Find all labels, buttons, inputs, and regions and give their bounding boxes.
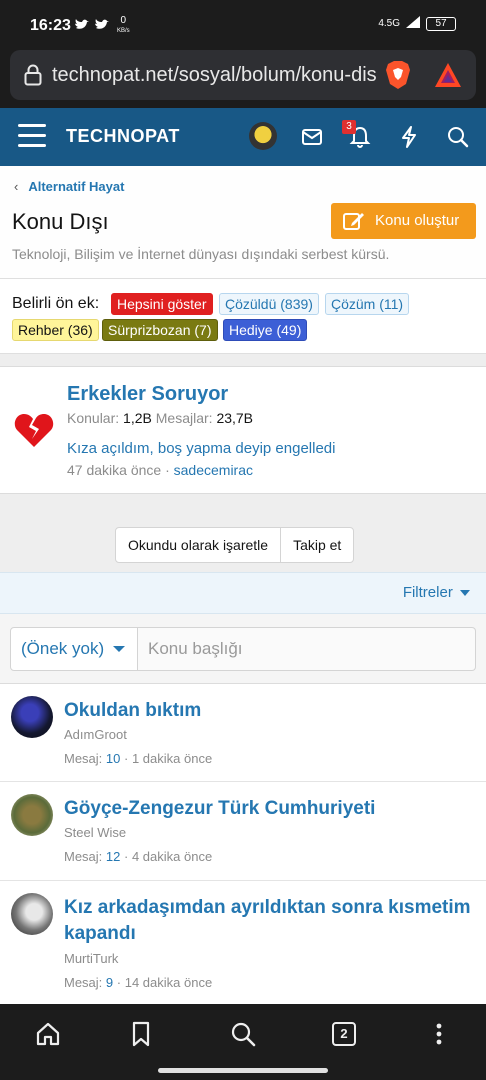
battery-indicator: 57 — [426, 16, 456, 31]
chevron-left-icon: ‹ — [14, 179, 19, 194]
bookmark-icon[interactable] — [127, 1020, 155, 1048]
edit-icon — [343, 213, 364, 230]
create-thread-label: Konu oluştur — [375, 212, 460, 229]
status-bar: 16:23 0 KB/s 4.5G 57 — [0, 0, 486, 46]
page-header: ‹ Alternatif Hayat Konu Dışı Konu oluştur… — [0, 166, 486, 278]
thread-meta: Mesaj: 12 · 4 dakika önce — [64, 849, 213, 864]
latest-user-link[interactable]: sadecemirac — [174, 462, 253, 478]
subforum-stats: Konular: 1,2B Mesajlar: 23,7B — [67, 410, 254, 426]
caret-down-icon — [113, 646, 125, 652]
signal-icon — [406, 16, 420, 31]
breadcrumb-link[interactable]: Alternatif Hayat — [28, 179, 124, 194]
subforum-title[interactable]: Erkekler Soruyor — [67, 383, 228, 406]
thread-meta: Mesaj: 9 · 14 dakika önce — [64, 975, 213, 990]
prefix-solution[interactable]: Çözüm (11) — [325, 293, 410, 315]
caret-down-icon — [460, 590, 470, 597]
tabs-button[interactable]: 2 — [332, 1022, 356, 1046]
twitter-icon — [74, 18, 114, 35]
user-avatar[interactable] — [249, 122, 277, 150]
prefix-solved[interactable]: Çözüldü (839) — [219, 293, 319, 315]
notification-badge: 3 — [342, 120, 356, 134]
prefix-filter: Belirli ön ek: Hepsini göster Çözüldü (8… — [0, 278, 486, 354]
browser-bottom-nav: 2 — [0, 1004, 486, 1080]
menu-icon[interactable] — [18, 124, 46, 148]
browser-toolbar: technopat.net/sosyal/bolum/konu-dis — [0, 46, 486, 108]
status-time: 16:23 — [30, 17, 71, 34]
action-bar: Okundu olarak işaretle Takip et — [0, 494, 486, 572]
thread-title[interactable]: Göyçe-Zengezur Türk Cumhuriyeti — [64, 796, 474, 822]
thread-item[interactable]: Kız arkadaşımdan ayrıldıktan sonra kısme… — [0, 881, 486, 1004]
thread-item[interactable]: Okuldan bıktım AdımGroot Mesaj: 10 · 1 d… — [0, 684, 486, 782]
prefix-label: Belirli ön ek: — [12, 295, 100, 312]
avatar[interactable] — [11, 794, 53, 836]
latest-thread-meta: 47 dakika önce · sadecemirac — [67, 462, 254, 478]
status-right: 4.5G 57 — [378, 16, 456, 31]
breadcrumb[interactable]: ‹ Alternatif Hayat — [14, 179, 124, 194]
prefix-gift[interactable]: Hediye (49) — [223, 319, 308, 341]
create-thread-button[interactable]: Konu oluştur — [331, 203, 476, 239]
address-bar[interactable]: technopat.net/sosyal/bolum/konu-dis — [10, 50, 476, 100]
thread-author[interactable]: AdımGroot — [64, 727, 127, 742]
thread-meta: Mesaj: 10 · 1 dakika önce — [64, 751, 213, 766]
site-logo[interactable]: TECHNOPAT — [66, 126, 180, 147]
lock-icon — [24, 64, 42, 86]
quick-thread-row: (Önek yok) — [0, 614, 486, 684]
page-description: Teknoloji, Bilişim ve İnternet dünyası d… — [12, 246, 390, 262]
follow-button[interactable]: Takip et — [280, 528, 353, 562]
bolt-icon[interactable] — [396, 124, 422, 150]
search-icon[interactable] — [229, 1020, 257, 1048]
filter-bar: Filtreler — [0, 572, 486, 614]
thread-title[interactable]: Kız arkadaşımdan ayrıldıktan sonra kısme… — [64, 895, 474, 947]
thread-title[interactable]: Okuldan bıktım — [64, 698, 474, 724]
avatar[interactable] — [11, 696, 53, 738]
avatar[interactable] — [11, 893, 53, 935]
url-text: technopat.net/sosyal/bolum/konu-dis — [52, 64, 377, 86]
prefix-select[interactable]: (Önek yok) — [10, 627, 138, 671]
thread-author[interactable]: MurtiTurk — [64, 951, 118, 966]
thread-item[interactable]: Göyçe-Zengezur Türk Cumhuriyeti Steel Wi… — [0, 782, 486, 881]
gesture-bar — [158, 1068, 328, 1073]
home-icon[interactable] — [34, 1020, 62, 1048]
data-speed: 0 KB/s — [117, 15, 130, 35]
subforum-card: Erkekler Soruyor Konular: 1,2B Mesajlar:… — [0, 366, 486, 494]
filters-dropdown[interactable]: Filtreler — [403, 584, 470, 601]
brave-rewards-icon[interactable] — [434, 62, 462, 88]
latest-thread-link[interactable]: Kıza açıldım, boş yapma deyip engelledi — [67, 440, 335, 457]
divider — [0, 354, 486, 366]
thread-author[interactable]: Steel Wise — [64, 825, 126, 840]
thread-title-input[interactable] — [138, 627, 476, 671]
mail-icon[interactable] — [299, 124, 325, 150]
page-title: Konu Dışı — [12, 209, 109, 234]
network-indicator: 4.5G — [378, 18, 400, 29]
mark-read-button[interactable]: Okundu olarak işaretle — [116, 528, 280, 562]
site-header: TECHNOPAT 3 — [0, 108, 486, 166]
brave-shield-icon[interactable] — [384, 60, 412, 90]
button-group: Okundu olarak işaretle Takip et — [115, 527, 355, 563]
more-menu-icon[interactable] — [425, 1020, 453, 1048]
search-icon[interactable] — [445, 124, 471, 150]
prefix-guide[interactable]: Rehber (36) — [12, 319, 99, 341]
broken-heart-icon — [14, 414, 54, 447]
prefix-spoiler[interactable]: Sürprizbozan (7) — [102, 319, 218, 341]
prefix-show-all[interactable]: Hepsini göster — [111, 293, 213, 315]
